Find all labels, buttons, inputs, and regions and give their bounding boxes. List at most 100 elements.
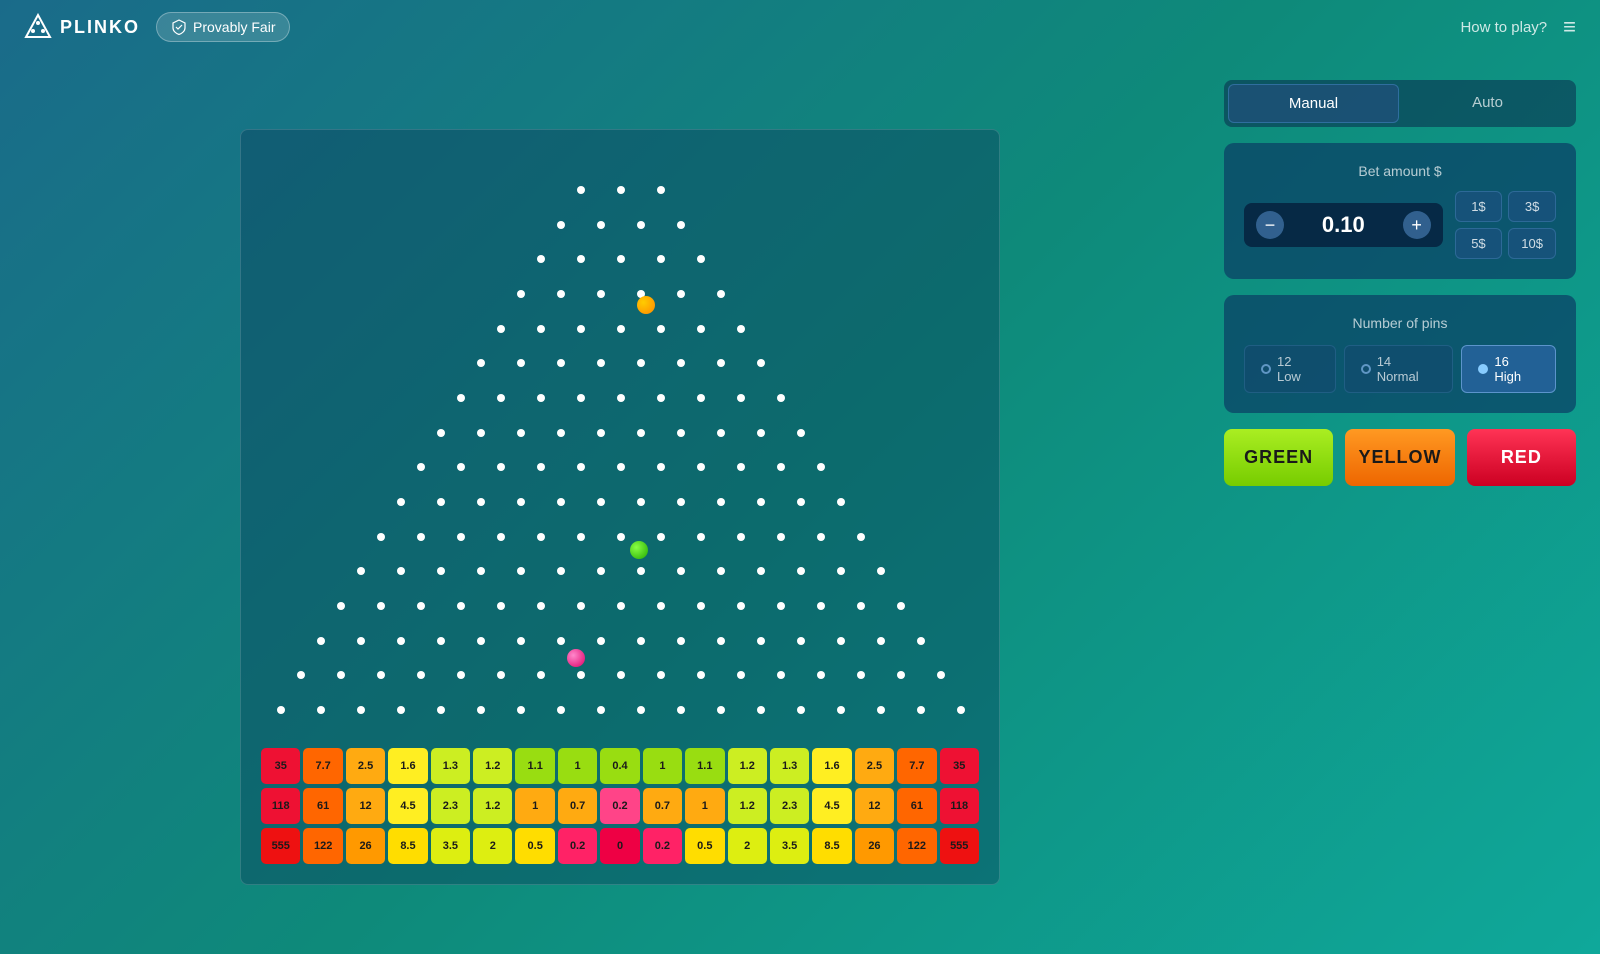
- quick-bet-5[interactable]: 5$: [1455, 228, 1503, 259]
- pin-dot: [437, 706, 445, 714]
- pin-dot: [497, 533, 505, 541]
- pin-dot: [597, 706, 605, 714]
- pin-dot: [617, 325, 625, 333]
- bet-decrease-button[interactable]: −: [1256, 211, 1284, 239]
- quick-bet-1[interactable]: 1$: [1455, 191, 1503, 222]
- score-cell-green: 1.1: [685, 748, 724, 784]
- score-cell-yellow: 4.5: [388, 788, 427, 824]
- plinko-logo-icon: [24, 13, 52, 41]
- quick-bet-10[interactable]: 10$: [1508, 228, 1556, 259]
- tab-manual[interactable]: Manual: [1228, 84, 1399, 123]
- pin-dot: [297, 671, 305, 679]
- plinko-ball-orange: [637, 296, 655, 314]
- pin-dot: [637, 637, 645, 645]
- pin-dot: [497, 394, 505, 402]
- pin-dot: [577, 255, 585, 263]
- yellow-bet-button[interactable]: YELLOW: [1345, 429, 1454, 486]
- pin-dot: [497, 325, 505, 333]
- pin-dot: [637, 429, 645, 437]
- pin-dot: [797, 637, 805, 645]
- pin-radio-14-normal: [1361, 364, 1371, 374]
- pin-dot: [677, 567, 685, 575]
- score-cell-yellow: 1: [515, 788, 554, 824]
- red-bet-button[interactable]: RED: [1467, 429, 1576, 486]
- pin-dot: [617, 255, 625, 263]
- pin-option-12-low[interactable]: 12 Low: [1244, 345, 1336, 393]
- bet-input-group: − 0.10 +: [1244, 203, 1443, 247]
- score-cell-yellow: 0.7: [643, 788, 682, 824]
- score-cell-green: 1.1: [515, 748, 554, 784]
- pin-dot: [437, 429, 445, 437]
- header-right: How to play? ≡: [1460, 14, 1576, 40]
- score-cell-yellow: 1.2: [728, 788, 767, 824]
- score-cell-red: 26: [346, 828, 385, 864]
- pin-dot: [557, 637, 565, 645]
- pin-option-16-high[interactable]: 16 High: [1461, 345, 1556, 393]
- pin-dot: [437, 498, 445, 506]
- pin-dot: [737, 394, 745, 402]
- pin-dot: [657, 325, 665, 333]
- pin-dot: [597, 567, 605, 575]
- pin-dot: [417, 671, 425, 679]
- pin-dot: [617, 463, 625, 471]
- pin-dot: [797, 706, 805, 714]
- pin-dot: [737, 671, 745, 679]
- pin-dot: [477, 567, 485, 575]
- pin-dot: [737, 602, 745, 610]
- pin-dot: [517, 706, 525, 714]
- pin-dot: [717, 706, 725, 714]
- game-board-container: 357.72.51.61.31.21.110.411.11.21.31.62.5…: [0, 60, 1200, 954]
- score-cell-green: 35: [261, 748, 300, 784]
- pin-dot: [797, 567, 805, 575]
- score-cell-red: 3.5: [431, 828, 470, 864]
- score-cell-red: 26: [855, 828, 894, 864]
- pin-dot: [777, 533, 785, 541]
- pin-dot: [677, 359, 685, 367]
- yellow-score-row: 11861124.52.31.210.70.20.711.22.34.51261…: [261, 788, 979, 824]
- pin-dot: [597, 359, 605, 367]
- pin-dot: [357, 567, 365, 575]
- pin-dot: [837, 498, 845, 506]
- pin-dot: [497, 671, 505, 679]
- bet-increase-button[interactable]: +: [1403, 211, 1431, 239]
- menu-icon[interactable]: ≡: [1563, 14, 1576, 40]
- green-bet-button[interactable]: GREEN: [1224, 429, 1333, 486]
- pin-dot: [537, 463, 545, 471]
- pin-dot: [317, 637, 325, 645]
- pin-dot: [817, 671, 825, 679]
- pin-dot: [557, 359, 565, 367]
- how-to-play-link[interactable]: How to play?: [1460, 19, 1547, 36]
- pin-radio-16-high: [1478, 364, 1488, 374]
- score-cell-red: 2: [728, 828, 767, 864]
- pin-dot: [397, 567, 405, 575]
- logo-text: PLINKO: [60, 17, 140, 38]
- score-cell-red: 8.5: [812, 828, 851, 864]
- pin-dot: [537, 394, 545, 402]
- pin-dot: [397, 637, 405, 645]
- pin-dot: [557, 429, 565, 437]
- bet-label: Bet amount $: [1244, 163, 1556, 179]
- score-cell-green: 1: [643, 748, 682, 784]
- score-cell-red: 555: [940, 828, 979, 864]
- score-cell-yellow: 2.3: [770, 788, 809, 824]
- plinko-ball-green: [630, 541, 648, 559]
- score-cell-yellow: 118: [261, 788, 300, 824]
- pin-dot: [857, 602, 865, 610]
- pin-dot: [617, 394, 625, 402]
- quick-bet-3[interactable]: 3$: [1508, 191, 1556, 222]
- pin-dot: [557, 221, 565, 229]
- pin-dot: [517, 567, 525, 575]
- pin-dot: [497, 463, 505, 471]
- plinko-ball-pink: [567, 649, 585, 667]
- tab-auto[interactable]: Auto: [1403, 84, 1572, 123]
- pin-dot: [477, 359, 485, 367]
- score-cell-green: 1.6: [812, 748, 851, 784]
- pin-dot: [357, 637, 365, 645]
- pin-option-14-normal[interactable]: 14 Normal: [1344, 345, 1454, 393]
- pin-dot: [597, 637, 605, 645]
- score-cell-green: 1.2: [728, 748, 767, 784]
- provably-fair-button[interactable]: Provably Fair: [156, 12, 290, 42]
- pin-dot: [597, 498, 605, 506]
- pin-dot: [557, 498, 565, 506]
- pin-dot: [577, 394, 585, 402]
